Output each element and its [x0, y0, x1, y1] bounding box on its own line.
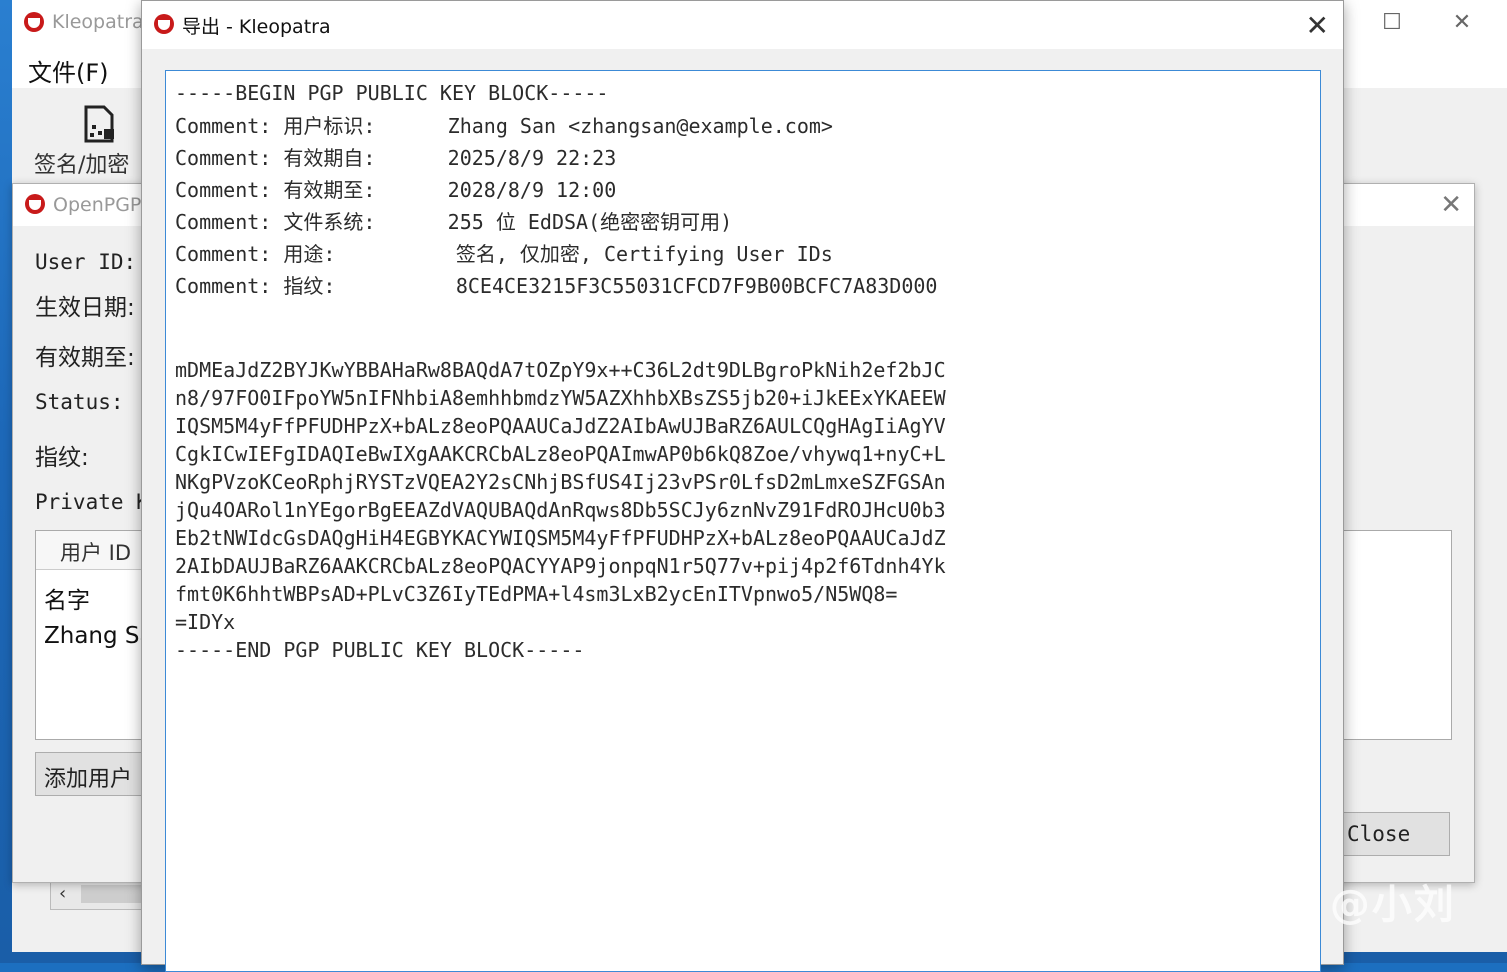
status-label: Status:	[35, 390, 124, 414]
close-icon[interactable]: ✕	[1306, 9, 1329, 42]
close-button-label: Close	[1347, 822, 1411, 846]
close-button[interactable]: Close	[1342, 812, 1450, 856]
key-line: CgkICwIEFgIDAQIeBwIXgAAKCRCbALz8eoPQAImw…	[175, 442, 946, 466]
table-header-label: 用户 ID	[60, 541, 132, 565]
menu-file[interactable]: 文件(F)	[28, 53, 109, 88]
watermark-text: 知乎 @小刘	[1230, 882, 1456, 928]
scroll-left-icon[interactable]: ‹	[59, 883, 66, 904]
key-line: Comment: 用户标识: Zhang San <zhangsan@examp…	[175, 114, 833, 138]
export-dialog: 导出 - Kleopatra ✕ -----BEGIN PGP PUBLIC K…	[141, 0, 1344, 972]
table-row[interactable]: 名字	[44, 581, 90, 615]
key-line: IQSM5M4yFfPFUDHPzX+bALz8eoPQAAUCaJdZ2AIb…	[175, 414, 946, 438]
table-header-user-id[interactable]: 用户 ID	[36, 531, 156, 570]
key-line: n8/97FO0IFpoYW5nIFNhbiA8emhhbmdzYW5AZXhh…	[175, 386, 946, 410]
sign-encrypt-icon	[84, 105, 114, 143]
table-row[interactable]: Zhang Sa	[44, 623, 154, 649]
key-line: NKgPVzoKCeoRphjRYSTzVQEA2Y2sCNhjBSfUS4Ij…	[175, 470, 946, 494]
key-line: Comment: 有效期至: 2028/8/9 12:00	[175, 178, 617, 202]
sign-encrypt-toolbar-button[interactable]: 签名/加密	[34, 105, 154, 185]
private-key-label: Private K	[35, 490, 149, 514]
kleopatra-app-icon	[24, 12, 44, 32]
main-window-title: Kleopatra	[52, 11, 144, 33]
details-right-pane	[1341, 570, 1450, 738]
key-line: Comment: 指纹: 8CE4CE3215F3C55031CFCD7F9B0…	[175, 274, 938, 298]
valid-from-label: 生效日期:	[35, 295, 135, 321]
key-line: -----END PGP PUBLIC KEY BLOCK-----	[175, 638, 585, 662]
key-line: Comment: 有效期自: 2025/8/9 22:23	[175, 146, 617, 170]
key-line: jQu4OARol1nYEgorBgEEAZdVAQUBAQdAnRqws8Db…	[175, 498, 946, 522]
key-line: Eb2tNWIdcGsDAQgHiH4EGBYKACYWIQSM5M4yFfPF…	[175, 526, 946, 550]
add-user-button[interactable]: 添加用户	[35, 752, 157, 796]
valid-until-label: 有效期至:	[35, 345, 135, 371]
kleopatra-app-icon	[25, 194, 45, 214]
cert-dialog-title: OpenPGP	[53, 194, 142, 216]
key-line: fmt0K6hhtWBPsAD+PLvC3Z6IyTEdPMA+l4sm3LxB…	[175, 582, 898, 606]
export-titlebar: 导出 - Kleopatra ✕	[142, 1, 1343, 49]
sign-encrypt-label: 签名/加密	[34, 153, 130, 178]
maximize-icon[interactable]: ☐	[1372, 10, 1412, 35]
kleopatra-app-icon	[154, 14, 174, 34]
key-line: 2AIbDAUJBaRZ6AAKCRCbALz8eoPQACYYAP9jonpq…	[175, 554, 946, 578]
add-user-button-label: 添加用户	[44, 767, 133, 792]
key-line: =IDYx	[175, 610, 236, 634]
public-key-text-area[interactable]: -----BEGIN PGP PUBLIC KEY BLOCK----- Com…	[165, 70, 1321, 972]
key-line: -----BEGIN PGP PUBLIC KEY BLOCK-----	[175, 81, 609, 105]
close-icon[interactable]: ✕	[1442, 10, 1482, 35]
user-id-label: User ID:	[35, 250, 137, 274]
key-line: Comment: 文件系统: 255 位 EdDSA(绝密密钥可用)	[175, 210, 733, 234]
key-line: Comment: 用途: 签名, 仅加密, Certifying User ID…	[175, 242, 833, 266]
fingerprint-label: 指纹:	[35, 445, 89, 471]
close-icon[interactable]: ✕	[1440, 190, 1462, 220]
key-line: mDMEaJdZ2BYJKwYBBAHaRw8BAQdA7tOZpY9x++C3…	[175, 358, 946, 382]
export-dialog-title: 导出 - Kleopatra	[182, 16, 331, 38]
